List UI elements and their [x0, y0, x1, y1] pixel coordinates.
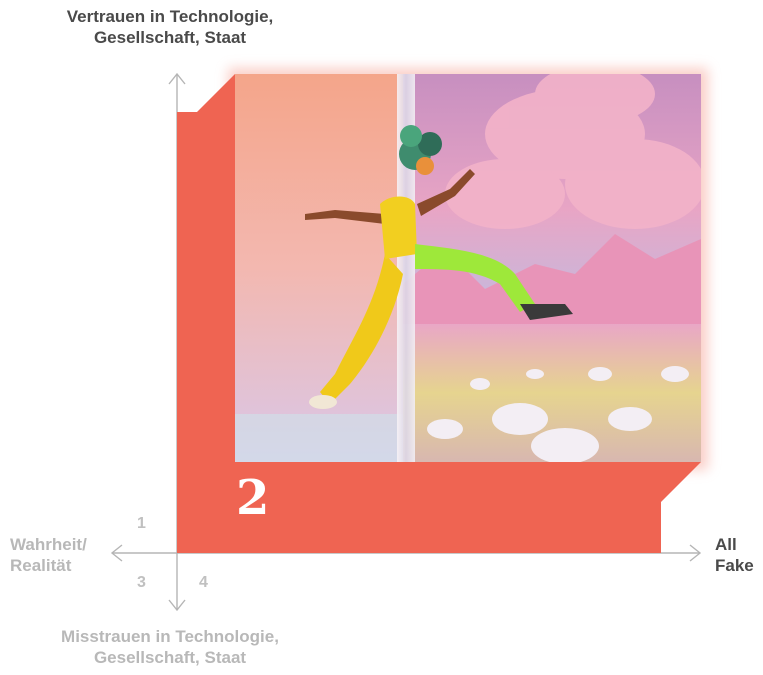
axis-bottom-label: Misstrauen in Technologie, Gesellschaft,… [61, 627, 279, 668]
split-world-image [235, 74, 701, 462]
quadrant-number-4: 4 [199, 574, 208, 591]
axis-top-label: Vertrauen in Technologie, Gesellschaft, … [66, 7, 274, 48]
highlighted-quadrant-number: 2 [236, 470, 270, 526]
axis-left-label: Wahrheit/ Realität [10, 535, 87, 576]
quadrant-number-1: 1 [137, 515, 146, 532]
quadrant-number-3: 3 [137, 574, 146, 591]
axis-right-label: All Fake [715, 535, 754, 576]
